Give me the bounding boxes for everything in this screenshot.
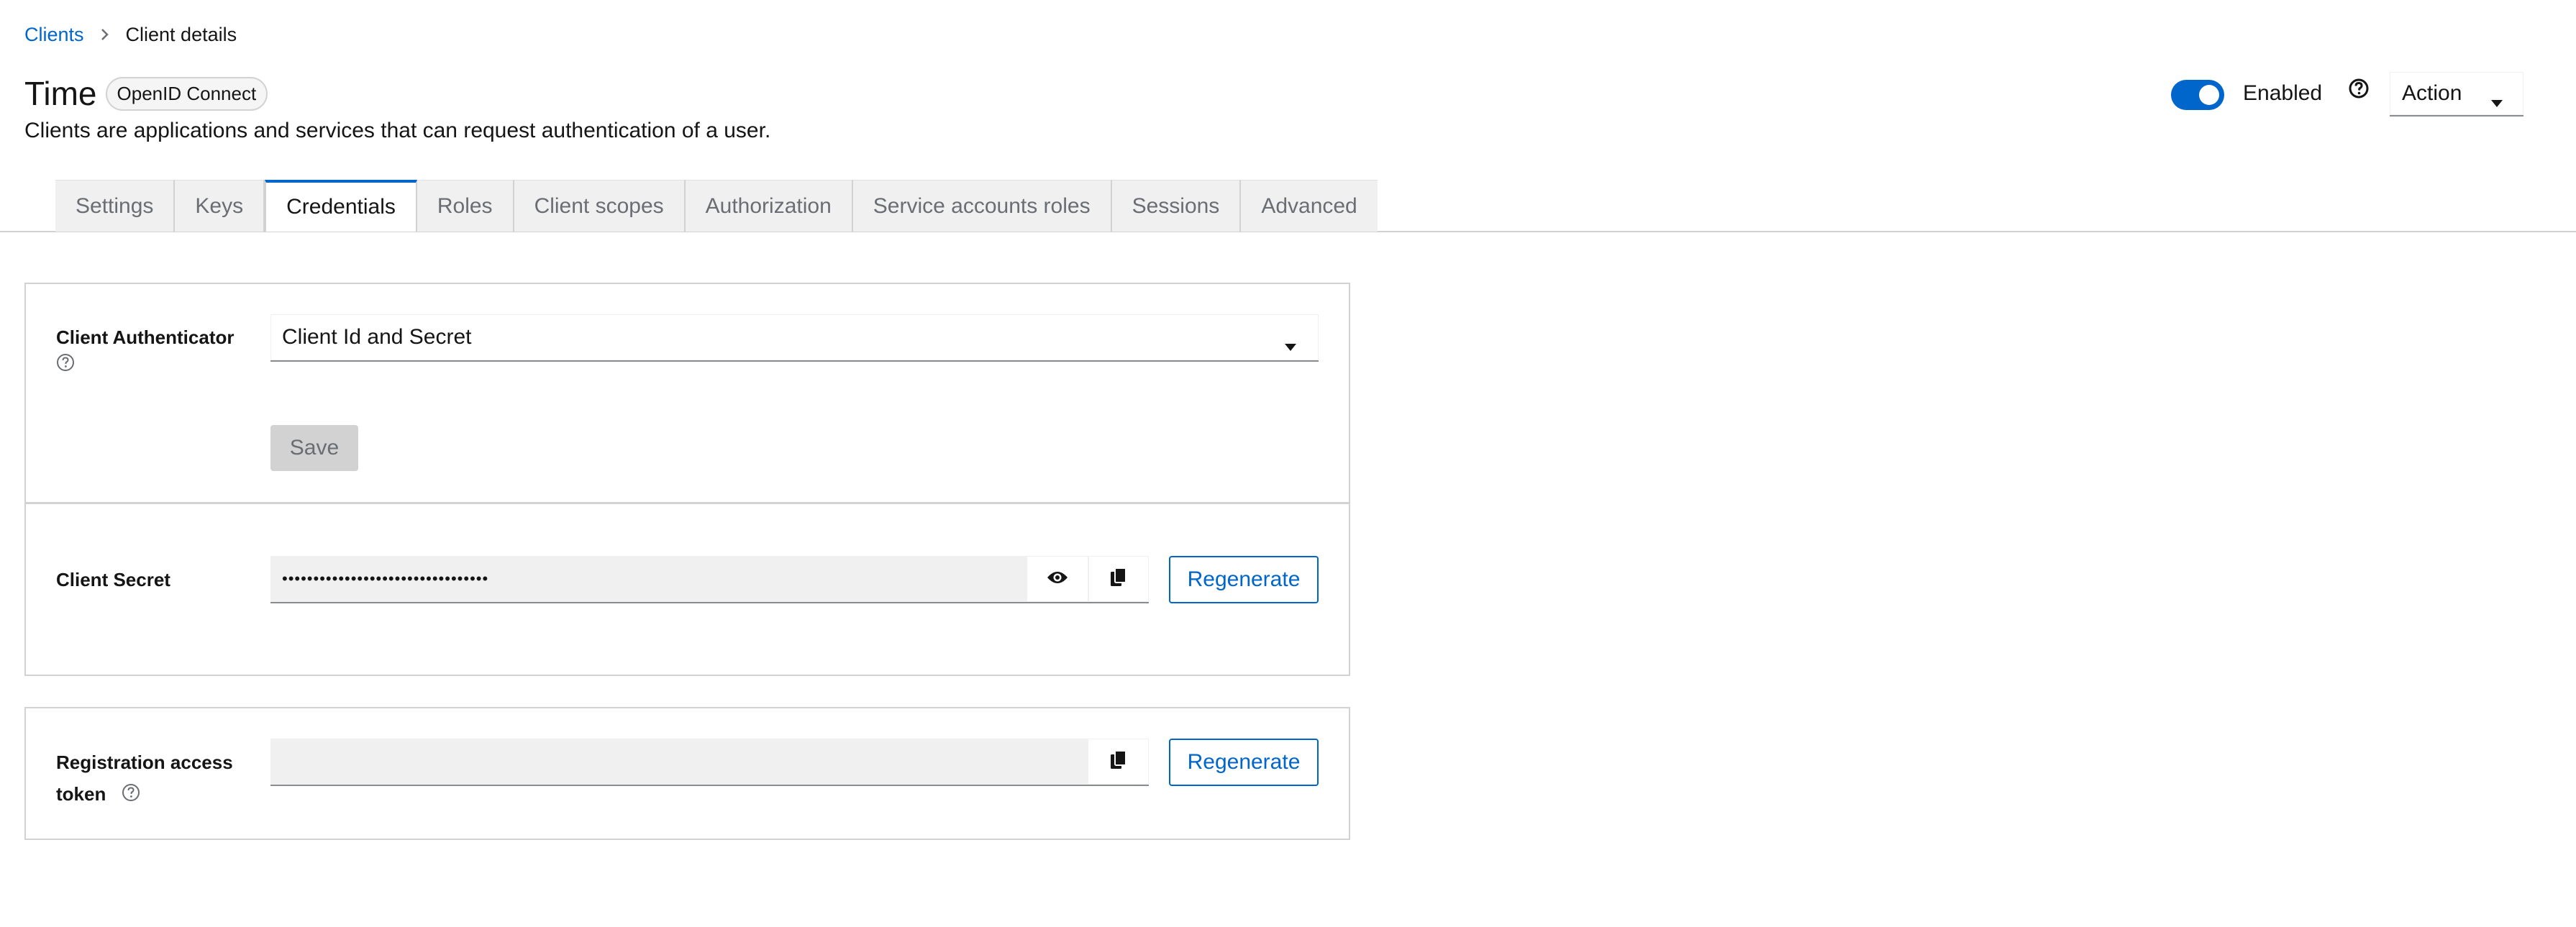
tab-keys[interactable]: Keys <box>175 180 265 232</box>
caret-down-icon <box>2490 89 2503 114</box>
enabled-toggle[interactable] <box>2171 80 2224 110</box>
caret-down-icon <box>1284 333 1297 357</box>
help-icon[interactable] <box>122 780 140 811</box>
tab-sessions[interactable]: Sessions <box>1111 180 1242 232</box>
toggle-knob <box>2199 85 2219 105</box>
client-secret-input[interactable]: ••••••••••••••••••••••••••••••••• <box>270 556 1027 603</box>
registration-token-input[interactable] <box>270 739 1088 786</box>
registration-token-label-group: Registration access token <box>56 746 233 811</box>
tab-roles[interactable]: Roles <box>417 180 514 232</box>
copy-token-button[interactable] <box>1088 739 1149 786</box>
help-icon[interactable] <box>56 353 75 375</box>
title-row: Time OpenID Connect <box>24 72 268 115</box>
breadcrumb-current: Client details <box>125 23 237 45</box>
page-subtitle: Clients are applications and services th… <box>24 119 771 142</box>
action-label: Action <box>2402 81 2462 105</box>
breadcrumb: Clients Client details <box>24 22 237 47</box>
authenticator-label-group: Client Authenticator <box>56 321 234 375</box>
protocol-badge: OpenID Connect <box>105 76 268 111</box>
regenerate-token-button[interactable]: Regenerate <box>1169 739 1319 786</box>
tab-client-scopes[interactable]: Client scopes <box>514 180 686 232</box>
registration-token-label-line2: token <box>56 783 106 805</box>
client-authenticator-label: Client Authenticator <box>56 326 235 348</box>
tabs: Settings Keys Credentials Roles Client s… <box>55 180 1378 232</box>
breadcrumb-clients-link[interactable]: Clients <box>24 24 84 46</box>
help-icon[interactable] <box>2348 78 2370 103</box>
registration-token-label-line1: Registration access <box>56 752 233 773</box>
tab-advanced[interactable]: Advanced <box>1241 180 1378 232</box>
eye-icon <box>1047 570 1068 588</box>
copy-secret-button[interactable] <box>1088 556 1149 603</box>
tab-credentials[interactable]: Credentials <box>265 180 417 232</box>
regenerate-secret-button[interactable]: Regenerate <box>1169 556 1319 603</box>
action-dropdown[interactable]: Action <box>2390 72 2523 117</box>
show-secret-button[interactable] <box>1027 556 1088 603</box>
copy-icon <box>1110 567 1127 591</box>
tab-service-accounts-roles[interactable]: Service accounts roles <box>852 180 1112 232</box>
save-button[interactable]: Save <box>270 425 358 471</box>
page-title: Time <box>24 75 97 112</box>
tab-settings[interactable]: Settings <box>55 180 176 232</box>
client-authenticator-select[interactable]: Client Id and Secret <box>270 314 1319 362</box>
enabled-label: Enabled <box>2243 81 2323 105</box>
selected-authenticator: Client Id and Secret <box>282 325 472 349</box>
client-secret-label: Client Secret <box>56 569 170 590</box>
copy-icon <box>1110 749 1127 774</box>
chevron-right-icon <box>100 28 110 41</box>
tab-authorization[interactable]: Authorization <box>685 180 853 232</box>
